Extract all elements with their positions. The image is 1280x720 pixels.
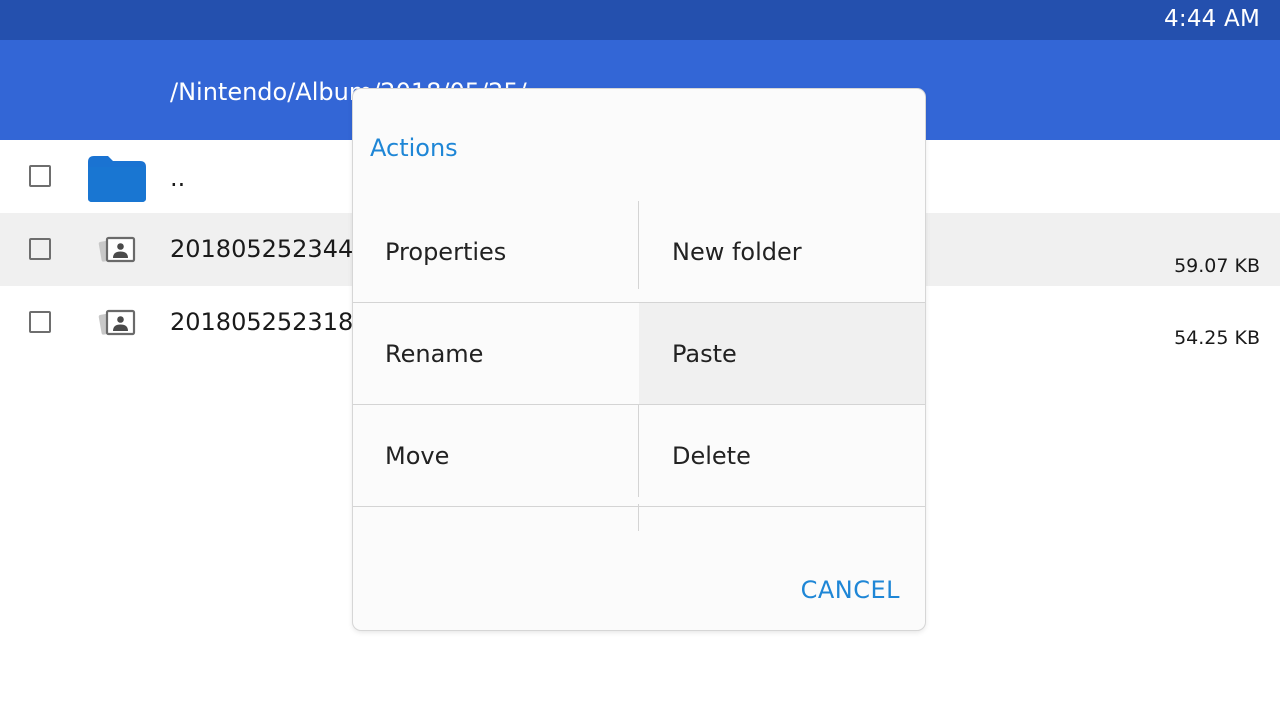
action-label: Paste <box>672 340 737 368</box>
status-bar: 4:44 AM <box>0 0 1280 40</box>
file-size: 54.25 KB <box>1174 327 1260 349</box>
action-delete[interactable]: Delete <box>639 405 925 506</box>
action-label: Rename <box>385 340 484 368</box>
action-properties[interactable]: Properties <box>353 201 639 302</box>
image-icon <box>98 236 136 263</box>
divider <box>353 302 925 303</box>
divider <box>638 504 639 531</box>
action-label: New folder <box>672 238 802 266</box>
action-move[interactable]: Move <box>353 405 639 506</box>
action-label: Move <box>385 442 450 470</box>
dialog-title: Actions <box>370 134 458 162</box>
action-label: Delete <box>672 442 751 470</box>
divider <box>638 405 639 497</box>
actions-dialog: Actions Properties New folder Rename Pas… <box>353 89 925 630</box>
file-name: 20180525231852 <box>170 308 384 336</box>
action-label: Properties <box>385 238 507 266</box>
file-size: 59.07 KB <box>1174 255 1260 277</box>
clock: 4:44 AM <box>1164 6 1260 32</box>
action-new-folder[interactable]: New folder <box>639 201 925 302</box>
divider <box>638 201 639 289</box>
action-rename[interactable]: Rename <box>353 303 639 404</box>
divider <box>353 506 925 507</box>
checkbox[interactable] <box>29 311 51 333</box>
actions-grid: Properties New folder Rename Paste Move … <box>353 201 925 531</box>
divider <box>353 404 925 405</box>
folder-icon <box>88 156 146 202</box>
checkbox[interactable] <box>29 165 51 187</box>
file-name: 20180525234419 <box>170 235 384 263</box>
file-name: .. <box>170 164 186 192</box>
image-icon <box>98 309 136 336</box>
checkbox[interactable] <box>29 238 51 260</box>
cancel-button[interactable]: CANCEL <box>801 576 900 604</box>
action-paste[interactable]: Paste <box>639 303 925 404</box>
